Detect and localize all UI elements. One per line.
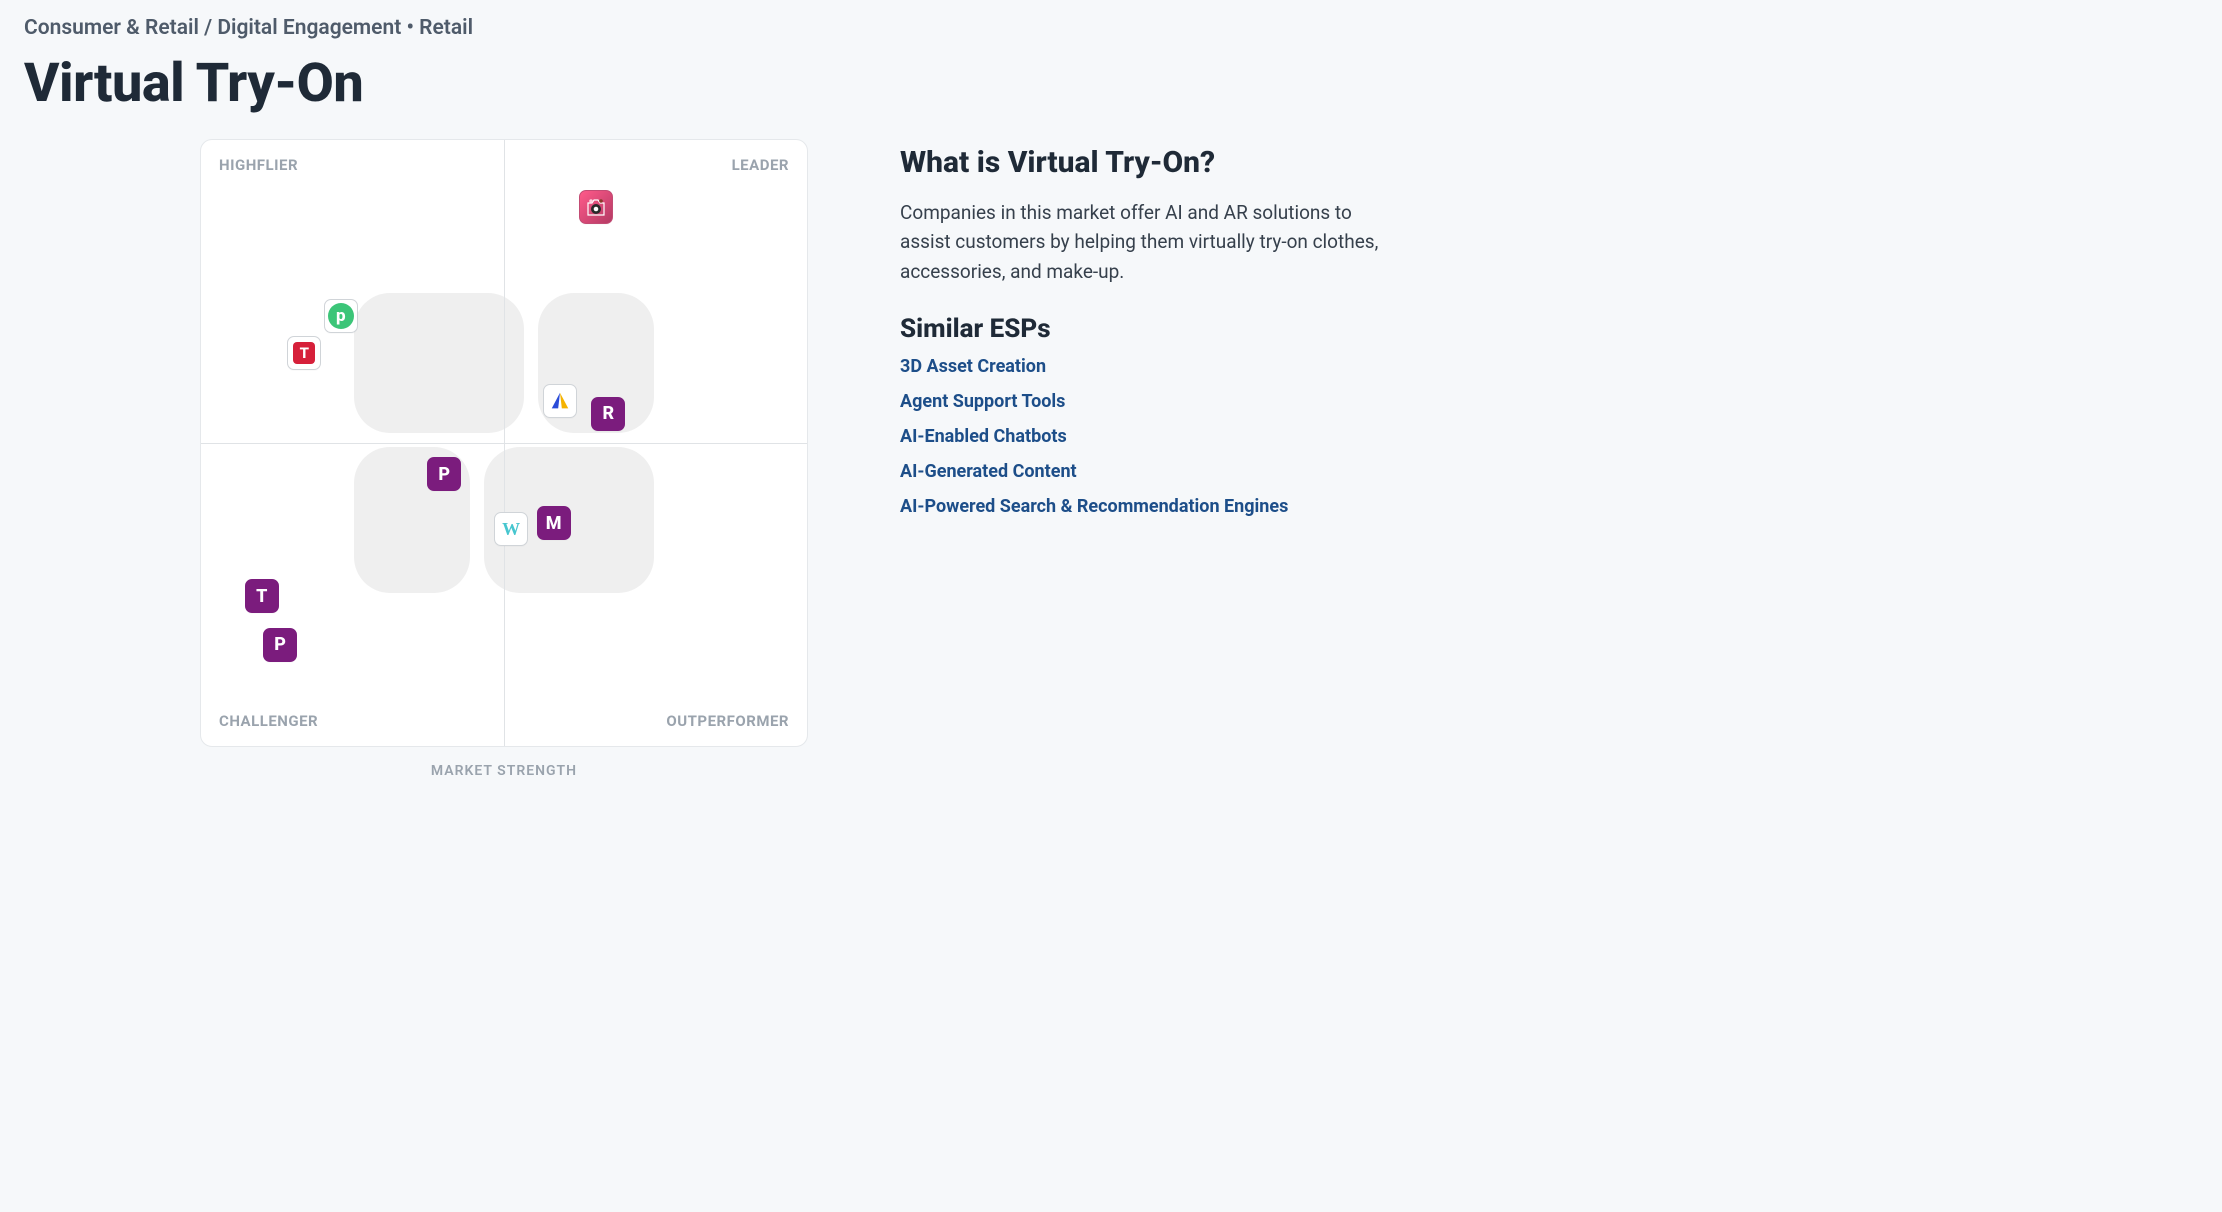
chart-point-purple-p2[interactable]: P — [263, 628, 297, 662]
list-item: Agent Support Tools — [900, 391, 2198, 412]
chart-point-pink-camera[interactable] — [579, 190, 613, 224]
chart-point-purple-r[interactable]: R — [591, 397, 625, 431]
chart-point-yellow-a[interactable] — [543, 384, 577, 418]
chart-point-cyan-w[interactable]: W — [494, 512, 528, 546]
similar-esp-link[interactable]: Agent Support Tools — [900, 391, 1065, 412]
triangle-a-icon — [549, 390, 571, 412]
quadrant-chart: HIGHFLIER LEADER CHALLENGER OUTPERFORMER… — [200, 139, 808, 747]
chart-point-purple-p1[interactable]: P — [427, 457, 461, 491]
similar-esps-list: 3D Asset Creation Agent Support Tools AI-E… — [900, 356, 2198, 517]
list-item: AI-Powered Search & Recommendation Engin… — [900, 496, 2198, 517]
similar-esp-link[interactable]: 3D Asset Creation — [900, 356, 1046, 377]
list-item: 3D Asset Creation — [900, 356, 2198, 377]
breadcrumb[interactable]: Consumer & Retail / Digital Engagement •… — [24, 16, 2198, 40]
section-heading-similar-esps: Similar ESPs — [900, 314, 2198, 344]
chart-point-label: T — [293, 342, 315, 364]
chart-point-red-t[interactable]: T — [287, 336, 321, 370]
similar-esp-link[interactable]: AI-Powered Search & Recommendation Engin… — [900, 496, 1288, 517]
chart-point-purple-m[interactable]: M — [537, 506, 571, 540]
x-axis-label: MARKET STRENGTH — [431, 763, 577, 779]
chart-point-label: p — [328, 303, 354, 329]
section-heading-what-is: What is Virtual Try-On? — [900, 145, 2198, 180]
list-item: AI-Enabled Chatbots — [900, 426, 2198, 447]
chart-point-green-p[interactable]: p — [324, 299, 358, 333]
similar-esp-link[interactable]: AI-Enabled Chatbots — [900, 426, 1067, 447]
camera-icon — [584, 195, 608, 219]
similar-esp-link[interactable]: AI-Generated Content — [900, 461, 1077, 482]
quadrant-label-challenger: CHALLENGER — [219, 712, 318, 730]
grid-line-horizontal — [201, 443, 807, 444]
quadrant-label-outperformer: OUTPERFORMER — [666, 712, 789, 730]
quadrant-label-leader: LEADER — [732, 156, 789, 174]
page-title: Virtual Try-On — [24, 52, 2198, 115]
section-description: Companies in this market offer AI and AR… — [900, 198, 1380, 286]
chart-point-purple-t[interactable]: T — [245, 579, 279, 613]
quadrant-label-highflier: HIGHFLIER — [219, 156, 298, 174]
list-item: AI-Generated Content — [900, 461, 2198, 482]
